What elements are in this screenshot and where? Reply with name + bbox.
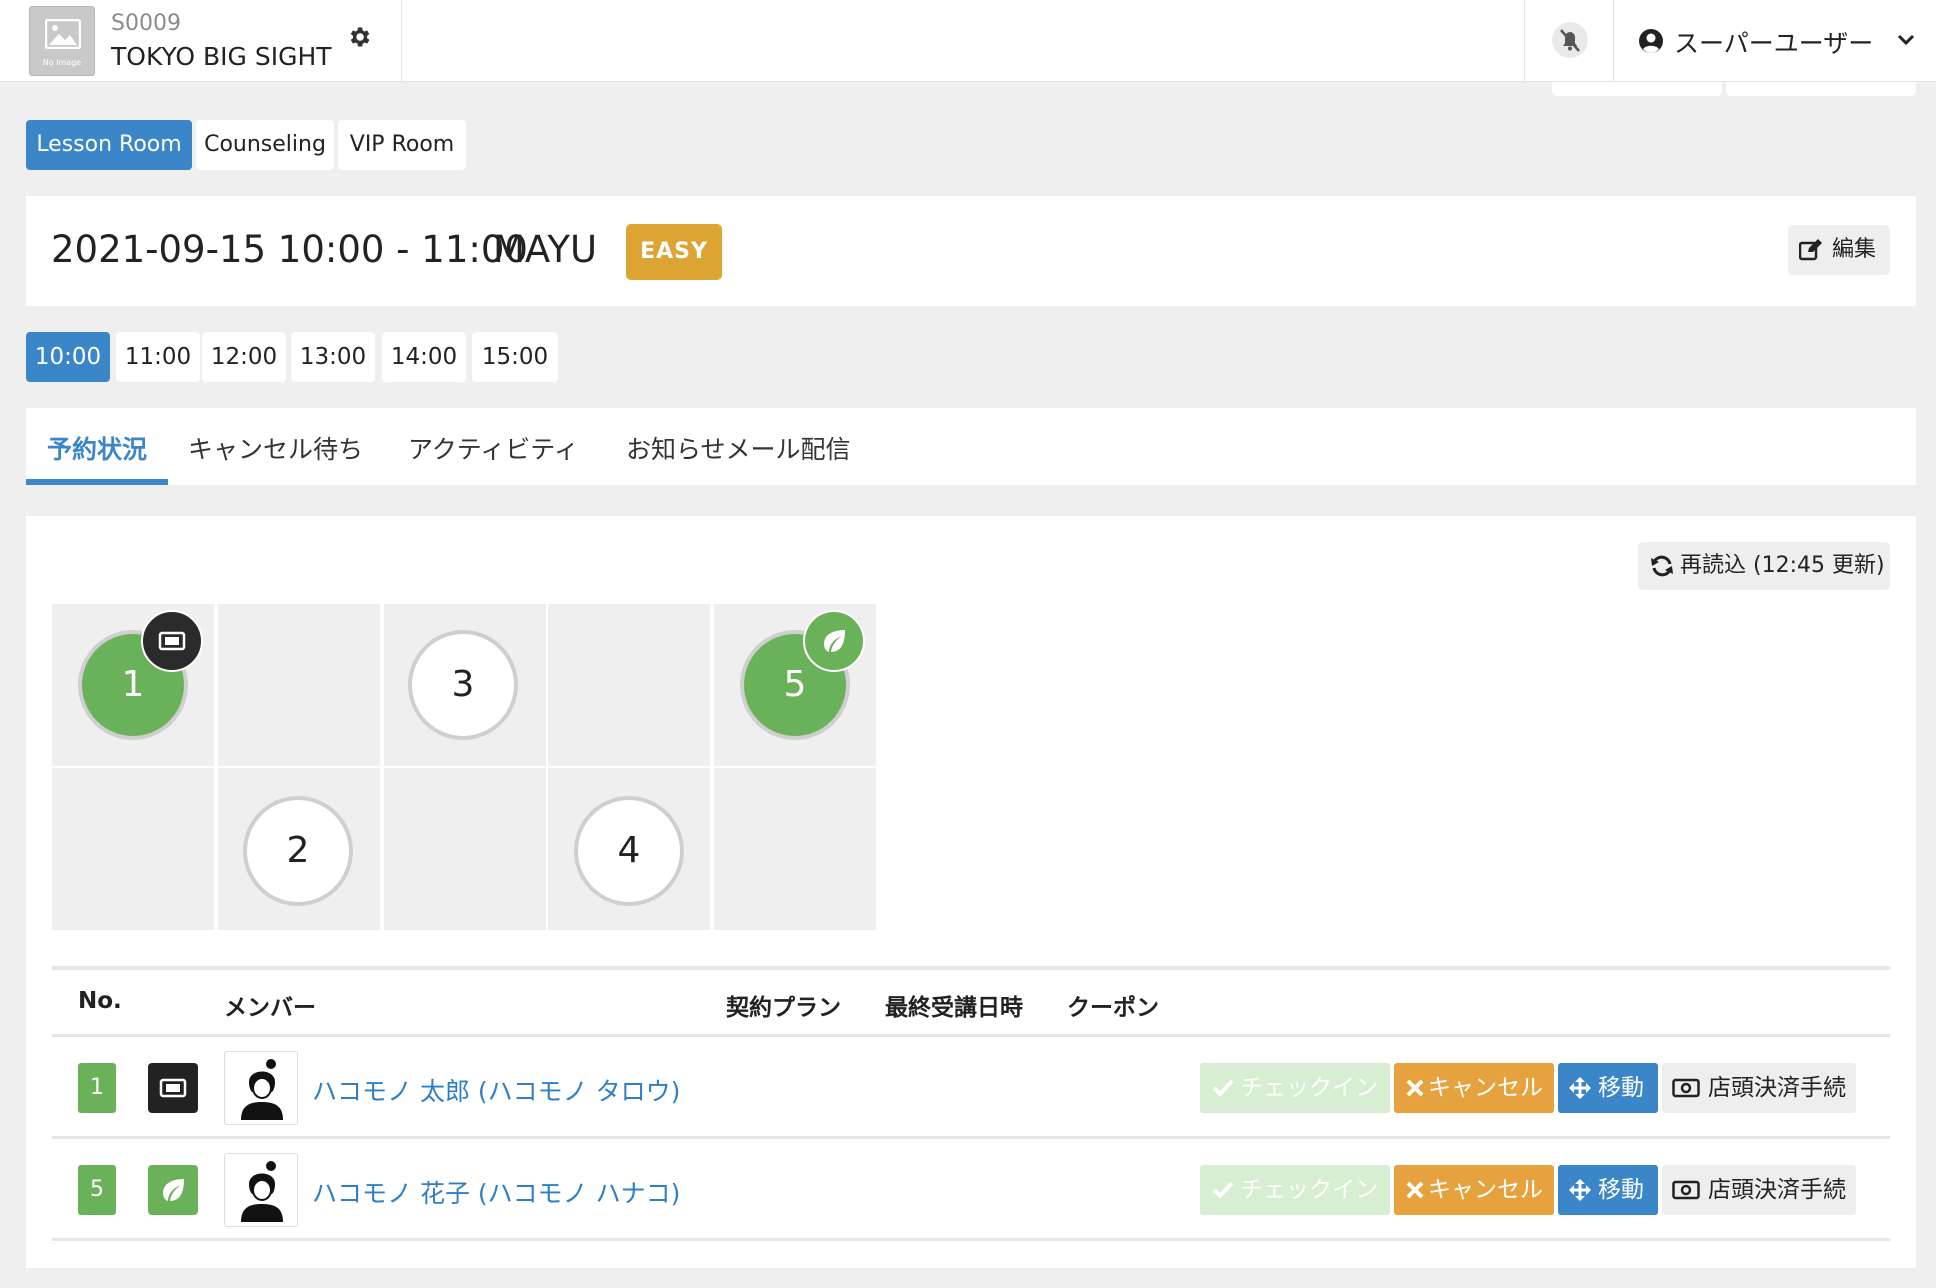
checkin-label: チェックイン [1240,1075,1378,1101]
table-top-border [52,966,1890,970]
room-tab-lesson-room[interactable]: Lesson Room [26,120,192,170]
edit-icon [1799,239,1822,261]
person-icon [241,1059,283,1120]
money-bill-icon [1672,1078,1700,1098]
column-header-no: No. [78,988,122,1014]
time-tab-1100[interactable]: 11:00 [116,332,200,382]
column-header-member: メンバー [224,995,316,1021]
checkin-button[interactable]: チェックイン [1200,1165,1390,1215]
time-tab-1500[interactable]: 15:00 [472,332,558,382]
spot-cell [384,768,546,930]
room-tab-vip-room[interactable]: VIP Room [338,120,466,170]
edit-label: 編集 [1832,237,1877,262]
money-bill-icon [1672,1180,1700,1200]
cancel-label: キャンセル [1428,1075,1543,1101]
gear-icon[interactable] [346,24,372,50]
member-link[interactable]: ハコモノ 花子 (ハコモノ ハナコ) [312,1174,680,1210]
row-spot-number: 5 [78,1165,116,1215]
arrows-move-icon [1569,1077,1591,1099]
check-icon [1212,1079,1234,1097]
check-icon [1212,1181,1234,1199]
person-icon [241,1161,283,1222]
move-button[interactable]: 移動 [1558,1063,1658,1113]
row-type-badge [148,1063,198,1113]
member-link[interactable]: ハコモノ 太郎 (ハコモノ タロウ) [312,1072,680,1108]
column-header-plan: 契約プラン [726,995,841,1021]
level-badge: EASY [626,224,722,280]
arrows-move-icon [1569,1179,1591,1201]
table-row-divider [52,1136,1890,1139]
store-code: S0009 [111,11,181,36]
spot-cell [548,604,710,766]
spot-4[interactable]: 4 [574,796,684,906]
time-tab-1400[interactable]: 14:00 [382,332,466,382]
avatar [224,1051,298,1125]
reload-button[interactable]: 再読込 (12:45 更新) [1638,542,1890,590]
overlay-tab-right [1726,82,1916,96]
image-placeholder-icon [45,19,81,49]
spot-cell [52,768,214,930]
spot-2[interactable]: 2 [243,796,353,906]
move-label: 移動 [1598,1075,1644,1101]
close-icon [1406,1181,1424,1199]
overlay-tab-left [1552,82,1722,96]
move-button[interactable]: 移動 [1558,1165,1658,1215]
ticket-icon [159,1078,187,1098]
cancel-button[interactable]: キャンセル [1394,1063,1554,1113]
section-tabs: 予約状況 キャンセル待ち アクティビティ お知らせメール配信 [26,408,1916,485]
cancel-label: キャンセル [1428,1177,1543,1203]
session-trainer: MAYU [493,228,598,271]
store-payment-label: 店頭決済手続 [1708,1177,1846,1203]
session-header: 2021-09-15 10:00 - 11:00 MAYU EASY 編集 [26,196,1916,306]
spot-cell [714,768,876,930]
notifications-button[interactable] [1524,0,1614,82]
tab-activity[interactable]: アクティビティ [408,430,579,466]
bell-slash-icon [1552,22,1588,58]
spot-3[interactable]: 3 [408,630,518,740]
row-type-badge [148,1165,198,1215]
store-payment-button[interactable]: 店頭決済手続 [1662,1165,1856,1215]
store-info[interactable]: No Image S0009 TOKYO BIG SIGHT [0,0,402,82]
move-label: 移動 [1598,1177,1644,1203]
close-icon [1406,1079,1424,1097]
spot-1-ticket-badge [141,610,203,672]
tab-notification-mail[interactable]: お知らせメール配信 [626,430,851,466]
refresh-icon [1651,555,1673,577]
time-tab-1300[interactable]: 13:00 [291,332,375,382]
user-name: スーパーユーザー [1674,29,1874,58]
top-bar: No Image S0009 TOKYO BIG SIGHT スーパーユーザー [0,0,1936,82]
column-header-last-lesson: 最終受講日時 [885,995,1023,1021]
time-tab-1200[interactable]: 12:00 [202,332,286,382]
spot-cell [218,604,380,766]
chevron-down-icon [1897,34,1915,46]
store-payment-label: 店頭決済手続 [1708,1075,1846,1101]
store-payment-button[interactable]: 店頭決済手続 [1662,1063,1856,1113]
avatar [224,1153,298,1227]
session-datetime: 2021-09-15 10:00 - 11:00 [51,228,528,271]
checkin-button[interactable]: チェックイン [1200,1063,1390,1113]
no-image-caption: No Image [42,58,82,67]
checkin-label: チェックイン [1240,1177,1378,1203]
row-spot-number: 1 [78,1063,116,1113]
spot-5-leaf-badge [803,610,865,672]
user-menu[interactable]: スーパーユーザー [1614,0,1936,82]
time-tab-1000[interactable]: 10:00 [26,332,110,382]
leaf-icon [824,630,845,652]
room-tab-counseling[interactable]: Counseling [196,120,334,170]
table-header-divider [52,1034,1890,1037]
store-name: TOKYO BIG SIGHT [111,42,332,71]
table-bottom-border [52,1238,1890,1241]
active-tab-indicator [26,479,168,485]
store-image: No Image [29,6,95,76]
reload-label: 再読込 (12:45 更新) [1680,553,1885,578]
user-circle-icon [1639,29,1663,53]
edit-button[interactable]: 編集 [1788,225,1890,275]
column-header-coupon: クーポン [1067,995,1159,1021]
tab-waitlist[interactable]: キャンセル待ち [188,430,363,466]
cancel-button[interactable]: キャンセル [1394,1165,1554,1215]
reservation-panel: 再読込 (12:45 更新) 1 2 3 4 5 No. メンバー 契約プラン … [26,516,1916,1268]
tab-reservations[interactable]: 予約状況 [47,430,147,466]
ticket-icon [158,631,186,651]
leaf-icon [163,1179,184,1201]
